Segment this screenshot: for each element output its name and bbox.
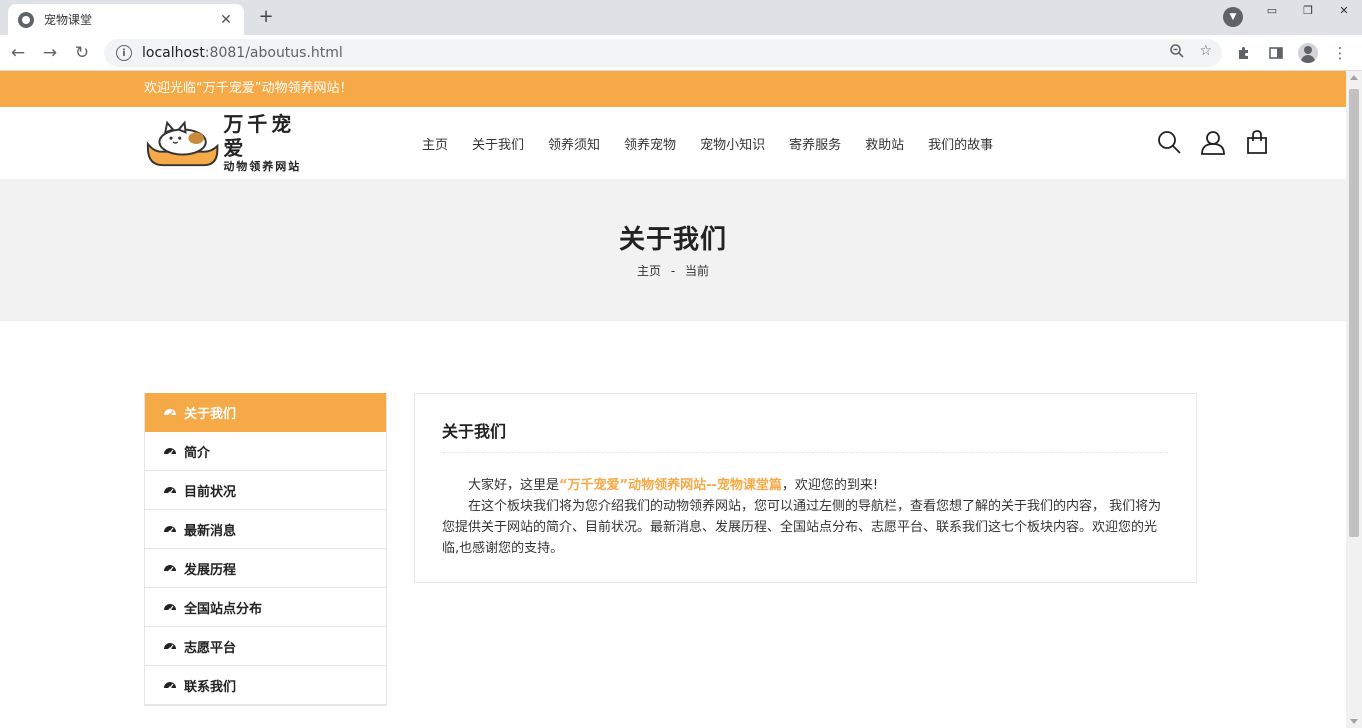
intro-paragraph: 大家好，这里是“万千宠爱”动物领养网站--宠物课堂篇，欢迎您的到来!	[442, 475, 1168, 496]
panel-body: 大家好，这里是“万千宠爱”动物领养网站--宠物课堂篇，欢迎您的到来! 在这个板块…	[442, 475, 1168, 559]
reload-icon[interactable]: ↻	[70, 41, 94, 65]
restore-button[interactable]: ❐	[1290, 0, 1326, 20]
intro-text-end: ，欢迎您的到来!	[781, 478, 879, 493]
forward-icon[interactable]: →	[38, 41, 62, 65]
sidebar-item-sites[interactable]: 全国站点分布	[145, 588, 386, 627]
sidebar-item-contact[interactable]: 联系我们	[145, 666, 386, 705]
bookmark-star-icon[interactable]: ☆	[1199, 43, 1212, 63]
window-close-button[interactable]: ✕	[1326, 0, 1362, 20]
site-logo[interactable]: 万千宠爱 动物领养网站	[144, 112, 316, 173]
description-paragraph: 在这个板块我们将为您介绍我们的动物领养网站，您可以通过左侧的导航栏，查看您想了解…	[442, 499, 1162, 556]
nav-adoption-notice[interactable]: 领养须知	[548, 134, 600, 153]
shopping-bag-icon[interactable]	[1244, 129, 1270, 155]
close-icon[interactable]: ✕	[218, 12, 234, 28]
scroll-up-icon[interactable]	[1350, 75, 1358, 80]
dashboard-icon	[164, 409, 176, 417]
sidebar-item-label: 目前状况	[184, 484, 237, 500]
menu-dots-icon[interactable]: ⋮	[1329, 42, 1351, 64]
welcome-bar: 欢迎光临“万千宠爱”动物领养网站！	[0, 71, 1346, 107]
browser-tabbar: 宠物课堂 ✕ + ▼ ▭ ❐ ✕	[0, 0, 1362, 35]
breadcrumb: 主页 - 当前	[0, 262, 1346, 279]
header-icons	[1156, 129, 1270, 155]
sidebar-item-label: 关于我们	[184, 406, 237, 422]
dashboard-icon	[164, 682, 176, 690]
site-info-icon[interactable]: i	[116, 45, 132, 61]
new-tab-button[interactable]: +	[254, 6, 278, 30]
scroll-down-icon[interactable]	[1350, 719, 1358, 724]
web-page: 欢迎光临“万千宠爱”动物领养网站！ 万千宠爱 动物领养网站 主页 关于我们 领养…	[0, 71, 1346, 728]
main-content: 关于我们 简介 目前状况 最新消息 发展历程 全国站点分布 志愿平台 联系我们 …	[0, 321, 1346, 728]
sidebar-item-label: 联系我们	[184, 679, 237, 695]
address-bar[interactable]: i localhost:8081/aboutus.html ☆	[104, 39, 1222, 67]
browser-tab[interactable]: 宠物课堂 ✕	[8, 4, 244, 35]
sidebar-item-label: 全国站点分布	[184, 601, 263, 617]
nav-about[interactable]: 关于我们	[472, 134, 524, 153]
tab-title: 宠物课堂	[44, 13, 93, 27]
sidebar-item-volunteer[interactable]: 志愿平台	[145, 627, 386, 666]
breadcrumb-current: 当前	[685, 264, 710, 278]
dashboard-icon	[164, 565, 176, 573]
sidebar-item-intro[interactable]: 简介	[145, 432, 386, 471]
intro-text-start: 大家好，这里是	[468, 478, 560, 493]
about-panel: 关于我们 大家好，这里是“万千宠爱”动物领养网站--宠物课堂篇，欢迎您的到来! …	[414, 393, 1197, 583]
dashboard-icon	[164, 643, 176, 651]
dashboard-icon	[164, 487, 176, 495]
dashboard-icon	[164, 604, 176, 612]
page-banner: 关于我们 主页 - 当前	[0, 179, 1346, 321]
logo-subtitle: 动物领养网站	[223, 160, 302, 173]
panel-title: 关于我们	[442, 418, 1168, 453]
url-path: :8081/aboutus.html	[204, 45, 343, 61]
site-name-highlight: “万千宠爱”动物领养网站--宠物课堂篇	[559, 478, 782, 493]
tab-search-icon[interactable]: ▼	[1223, 7, 1243, 27]
sidebar-item-news[interactable]: 最新消息	[145, 510, 386, 549]
sidebar-item-label: 最新消息	[184, 523, 237, 539]
nav-home[interactable]: 主页	[422, 134, 448, 153]
sidebar-item-history[interactable]: 发展历程	[145, 549, 386, 588]
breadcrumb-home[interactable]: 主页	[637, 264, 661, 278]
side-panel-icon[interactable]	[1265, 42, 1287, 64]
dashboard-icon	[164, 448, 176, 456]
url-host: localhost	[142, 45, 205, 61]
about-sidebar: 关于我们 简介 目前状况 最新消息 发展历程 全国站点分布 志愿平台 联系我们	[144, 393, 387, 706]
search-icon[interactable]	[1156, 129, 1182, 155]
logo-title: 万千宠爱	[223, 112, 296, 160]
main-nav: 主页 关于我们 领养须知 领养宠物 宠物小知识 寄养服务 救助站 我们的故事	[410, 107, 1005, 179]
nav-adopt-pet[interactable]: 领养宠物	[624, 134, 676, 153]
site-header: 万千宠爱 动物领养网站 主页 关于我们 领养须知 领养宠物 宠物小知识 寄养服务…	[0, 107, 1346, 179]
nav-rescue[interactable]: 救助站	[865, 134, 904, 153]
breadcrumb-separator: -	[670, 264, 676, 278]
page-title: 关于我们	[618, 225, 727, 255]
sidebar-item-status[interactable]: 目前状况	[145, 471, 386, 510]
nav-pet-tips[interactable]: 宠物小知识	[700, 134, 765, 153]
extensions-icon[interactable]	[1233, 42, 1255, 64]
sidebar-item-label: 发展历程	[184, 562, 237, 578]
scrollbar-thumb[interactable]	[1349, 89, 1359, 537]
page-scrollbar[interactable]	[1346, 71, 1362, 728]
window-controls: ▭ ❐ ✕	[1254, 0, 1362, 20]
user-icon[interactable]	[1200, 129, 1226, 155]
zoom-icon[interactable]	[1169, 43, 1185, 63]
minimize-button[interactable]: ▭	[1254, 0, 1290, 20]
profile-icon[interactable]	[1297, 42, 1319, 64]
nav-stories[interactable]: 我们的故事	[928, 134, 993, 153]
sidebar-item-label: 简介	[184, 445, 211, 461]
back-icon[interactable]: ←	[6, 41, 30, 65]
globe-icon	[18, 11, 34, 28]
browser-toolbar: ← → ↻ i localhost:8081/aboutus.html ☆ ⋮	[0, 35, 1362, 71]
sidebar-item-label: 志愿平台	[184, 640, 237, 656]
cat-logo-icon	[146, 120, 219, 167]
nav-foster[interactable]: 寄养服务	[789, 134, 841, 153]
dashboard-icon	[164, 526, 176, 534]
sidebar-item-about[interactable]: 关于我们	[145, 393, 386, 432]
